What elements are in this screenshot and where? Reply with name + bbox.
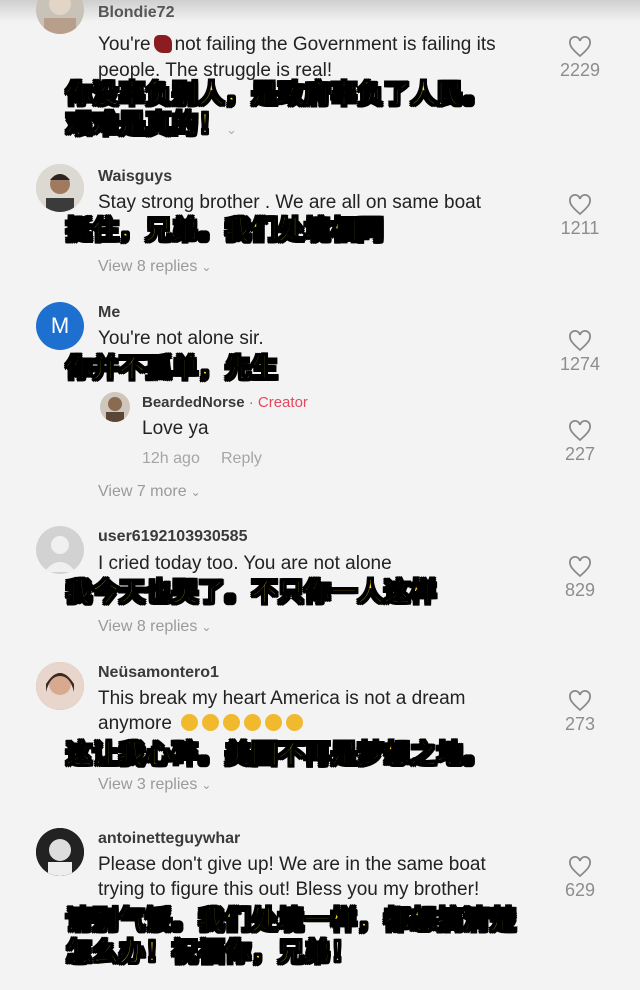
sad-face-icon [265,714,283,731]
chevron-down-icon: ⌄ [201,620,212,634]
view-replies-button[interactable]: View 8 replies ⌄ [98,258,211,276]
chevron-down-icon: ⌄ [201,260,212,274]
subtitle-line: 艰难是真的！ [65,110,226,141]
emoji-row [181,713,307,734]
like-button[interactable]: 273 [556,690,604,735]
crying-face-icon [202,714,220,731]
like-button[interactable]: 1274 [556,330,604,375]
chevron-down-icon: ⌄ [201,778,212,792]
avatar[interactable] [36,164,84,212]
subtitle-line: 这让我心碎。美国不再是梦想之地。 [65,740,491,771]
like-count: 629 [564,880,596,900]
chevron-down-icon[interactable]: ⌄ [226,122,237,138]
heart-outline-icon [569,420,591,442]
subtitle-line: 你并不孤单，先生 [65,354,279,385]
like-count: 273 [564,714,596,734]
comment-username[interactable]: Me [98,304,120,322]
heart-outline-icon [569,856,591,878]
sad-face-icon [244,714,262,731]
subtitle-line: 你没辜负别人，是政府辜负了人民。 [65,80,491,111]
avatar[interactable] [36,0,84,34]
comment-username[interactable]: Waisguys [98,168,172,186]
heart-outline-icon [569,36,591,58]
comment-username[interactable]: Blondie72 [98,4,174,22]
crying-face-icon [223,714,241,731]
like-button[interactable]: 1211 [556,194,604,239]
chevron-down-icon: ⌄ [190,485,201,499]
reply-action-button[interactable]: Reply [221,450,262,468]
comment-username[interactable]: user6192103930585 [98,528,247,546]
comment-text: This break my heart America is not a dre… [98,688,466,709]
avatar[interactable]: M [36,302,84,350]
view-replies-button[interactable]: View 8 replies ⌄ [98,618,211,636]
comment-text-line2: trying to figure this out! Bless you my … [98,879,480,900]
heart-outline-icon [569,194,591,216]
comment-text: I cried today too. You are not alone [98,553,392,574]
reply-text: Love ya [142,418,209,439]
like-button[interactable]: 2229 [556,36,604,81]
like-button[interactable]: 829 [556,556,604,601]
like-count: 1274 [559,354,601,374]
comment-text-line2: anymore [98,711,307,736]
crying-face-icon [181,714,199,731]
comment-text: You're not failing the Government is fail… [98,34,496,55]
heart-emoji-icon [153,35,172,53]
top-fade [0,0,640,22]
like-count: 2229 [559,60,601,80]
heart-outline-icon [569,556,591,578]
heart-outline-icon [569,330,591,352]
comment-text: Please don't give up! We are in the same… [98,854,486,875]
comment-text: Stay strong brother . We are all on same… [98,192,482,213]
like-button[interactable]: 629 [556,856,604,901]
like-count: 1211 [560,218,600,238]
avatar[interactable] [36,828,84,876]
like-count: 829 [564,580,596,600]
comment-text: You're not alone sir. [98,328,264,349]
like-button[interactable]: 227 [556,420,604,465]
view-replies-button[interactable]: View 3 replies ⌄ [98,776,211,794]
avatar-letter: M [50,313,70,338]
avatar[interactable] [36,526,84,574]
avatar[interactable] [36,662,84,710]
like-count: 227 [564,444,596,464]
comment-username[interactable]: Neüsamontero1 [98,664,219,682]
heart-outline-icon [569,690,591,712]
reply-username[interactable]: BeardedNorse · Creator [142,394,308,411]
view-more-replies-button[interactable]: View 7 more ⌄ [98,483,201,501]
comment-username[interactable]: antoinetteguywhar [98,830,240,848]
subtitle-line: 我今天也哭了。不只你一人这样 [65,578,438,609]
subtitle-line: 请别气馁。我们处境一样，都想搞清楚 [66,906,517,937]
reply-timestamp: 12h ago [142,450,200,467]
subtitle-line: 怎么办！祝福你，兄弟！ [66,938,358,969]
creator-badge: Creator [257,394,308,411]
sad-face-icon [286,714,304,731]
reply-avatar[interactable] [100,392,130,422]
subtitle-line: 挺住，兄弟。我们处境相同 [65,216,385,247]
